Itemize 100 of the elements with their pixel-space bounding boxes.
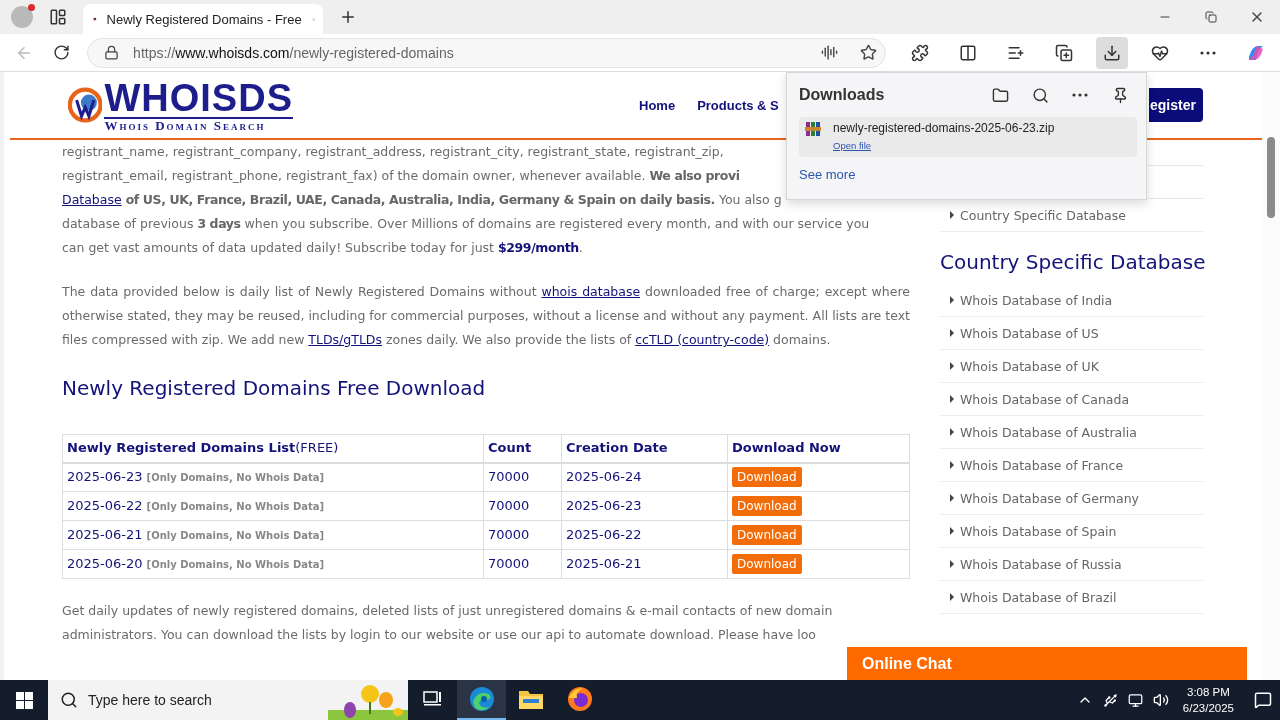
browser-tab[interactable]: Newly Registered Domains - Free: [83, 4, 323, 34]
task-view-icon: [422, 690, 443, 708]
sidebar-link[interactable]: Whois Database of Canada: [940, 383, 1203, 416]
volume-icon[interactable]: [1152, 692, 1169, 708]
paragraph-line: Get daily updates of newly registered domains, deleted lists of just unregistered domains & e-mail contacts of new domain: [62, 602, 833, 620]
row-note: [Only Domains, No Whois Data]: [146, 558, 325, 570]
star-icon[interactable]: [860, 44, 877, 61]
panel-title: Downloads: [799, 86, 886, 104]
taskbar-search-field[interactable]: Type here to search: [48, 680, 408, 720]
row-note: [Only Domains, No Whois Data]: [146, 500, 325, 512]
profile-avatar[interactable]: [11, 6, 33, 28]
text-link[interactable]: TLDs/gTLDs: [308, 332, 382, 347]
section-title: Newly Registered Domains Free Download: [62, 376, 486, 400]
logo-tagline: Whois Domain Search: [104, 116, 293, 132]
device-icon[interactable]: [1102, 692, 1118, 708]
date-link[interactable]: 2025-06-22: [67, 497, 143, 513]
table-cell: 2025-06-22: [561, 520, 728, 550]
folder-icon: [517, 688, 544, 710]
triangle-icon: [950, 329, 954, 337]
address-bar[interactable]: https://www.whoisds.com/newly-registered-domains: [87, 37, 886, 68]
restore-icon: [1205, 11, 1217, 23]
table-cell: 2025-06-24: [561, 462, 728, 492]
url-text: https://www.whoisds.com/newly-registered-domains: [133, 44, 455, 61]
network-icon[interactable]: [1127, 692, 1143, 708]
sidebar-link[interactable]: Whois Database of Brazil: [940, 581, 1203, 614]
tab-title: Newly Registered Domains - Free: [106, 11, 302, 27]
triangle-icon: [950, 362, 954, 370]
refresh-icon: [52, 44, 70, 61]
table-cell: 2025-06-23: [561, 491, 728, 521]
paragraph-line: administrators. You can download the lists by login to our website or use our api to automate download. Please have loo: [62, 626, 816, 644]
column-header: Count: [483, 434, 562, 463]
collections-icon: [1055, 43, 1073, 62]
triangle-icon: [950, 593, 954, 601]
logo-name: WHOISDS: [104, 78, 293, 117]
paragraph-line: registrant_email, registrant_phone, registrant_fax) of the domain owner, whenever available. We also provi: [62, 167, 740, 185]
heart-pulse-icon: [1151, 43, 1169, 62]
taskbar-app[interactable]: [457, 680, 506, 720]
row-note: [Only Domains, No Whois Data]: [146, 471, 325, 483]
register-button[interactable]: egister: [1149, 88, 1203, 122]
archive-icon: [805, 121, 821, 137]
triangle-icon: [950, 211, 954, 219]
read-aloud-icon[interactable]: [821, 44, 838, 61]
download-icon: [1103, 43, 1121, 62]
more-icon: [1200, 50, 1216, 55]
clock[interactable]: 3:08 PM 6/23/2025: [1182, 684, 1234, 716]
search-icon: [1031, 86, 1049, 104]
paragraph-line: registrant_name, registrant_company, registrant_address, registrant_city, registrant_state, registrant_zip,: [62, 143, 724, 161]
windows-logo-icon: [15, 691, 33, 709]
text-link[interactable]: whois database: [541, 284, 641, 299]
date-link[interactable]: 2025-06-20: [67, 555, 143, 571]
folder-icon: [991, 86, 1009, 104]
triangle-icon: [950, 395, 954, 403]
lock-icon: [104, 45, 120, 60]
sidebar-link[interactable]: Whois Database of Russia: [940, 548, 1203, 581]
sidebar-link[interactable]: Whois Database of Australia: [940, 416, 1203, 449]
more-icon: [1072, 93, 1088, 97]
triangle-icon: [950, 560, 954, 568]
tab-actions-icon[interactable]: [49, 8, 67, 26]
browser-icon: [468, 686, 495, 712]
table-cell: 70000: [483, 549, 562, 579]
table-cell: 70000: [483, 491, 562, 521]
date-link[interactable]: 2025-06-23: [67, 468, 143, 484]
scrollbar[interactable]: [1262, 72, 1280, 680]
table-cell: 70000: [483, 462, 562, 492]
triangle-icon: [950, 461, 954, 469]
text-link[interactable]: Database: [62, 192, 122, 207]
sidebar-link[interactable]: Whois Database of India: [940, 284, 1203, 317]
sidebar-link[interactable]: Whois Database of Germany: [940, 482, 1203, 515]
nav-link[interactable]: Products & S: [697, 97, 779, 113]
paragraph-line: database of previous 3 days when you subscribe. Over Millions of domains are registered every month, and with our service you: [62, 215, 870, 233]
puzzle-icon: [911, 43, 929, 62]
paragraph: The data provided below is daily list of Newly Registered Domains without whois database downloaded free of charge; except where otherwise stated, they may be reused, including for commercial purposes, without a license and without any payment. All lists are text files compressed with zip. We add new TLDs/gTLDs zones daily. We also provide the lists of ccTLD (country-code) domains.: [62, 283, 910, 349]
triangle-icon: [950, 527, 954, 535]
sidebar-link[interactable]: Whois Database of Spain: [940, 515, 1203, 548]
text-link[interactable]: ccTLD (country-code): [635, 332, 770, 347]
column-header: Newly Registered Domains List(FREE): [62, 434, 484, 463]
download-button[interactable]: [1096, 36, 1128, 69]
firefox-icon: [566, 686, 593, 712]
see-more-link[interactable]: See more: [799, 167, 856, 182]
sidebar-link[interactable]: Whois Database of US: [940, 317, 1203, 350]
open-file-link[interactable]: Open file: [833, 140, 872, 151]
sidebar-heading: Country Specific Database: [940, 250, 1206, 274]
table-cell: 2025-06-21: [561, 549, 728, 579]
column-header: Creation Date: [561, 434, 728, 463]
sidebar-link[interactable]: Whois Database of UK: [940, 350, 1203, 383]
paragraph-line: Database of US, UK, France, Brazil, UAE, Canada, Australia, India, Germany & Spain on daily basis. You also g: [62, 191, 782, 209]
download-item[interactable]: newly-registered-domains-2025-06-23.zip Open file: [799, 117, 1137, 157]
sidebar-link[interactable]: Whois Database of France: [940, 449, 1203, 482]
file-name: newly-registered-domains-2025-06-23.zip: [833, 121, 1055, 135]
triangle-icon: [950, 296, 954, 304]
notification-icon[interactable]: [1254, 691, 1272, 709]
split-screen-icon: [959, 43, 977, 62]
table-cell: 70000: [483, 520, 562, 550]
search-icon: [60, 691, 78, 709]
paragraph-line: can get vast amounts of data updated daily! Subscribe today for just $299/month.: [62, 239, 583, 257]
date-link[interactable]: 2025-06-21: [67, 526, 143, 542]
row-note: [Only Domains, No Whois Data]: [146, 529, 325, 541]
nav-link[interactable]: Home: [639, 97, 676, 113]
new-tab-icon[interactable]: [339, 8, 357, 26]
triangle-icon: [950, 428, 954, 436]
